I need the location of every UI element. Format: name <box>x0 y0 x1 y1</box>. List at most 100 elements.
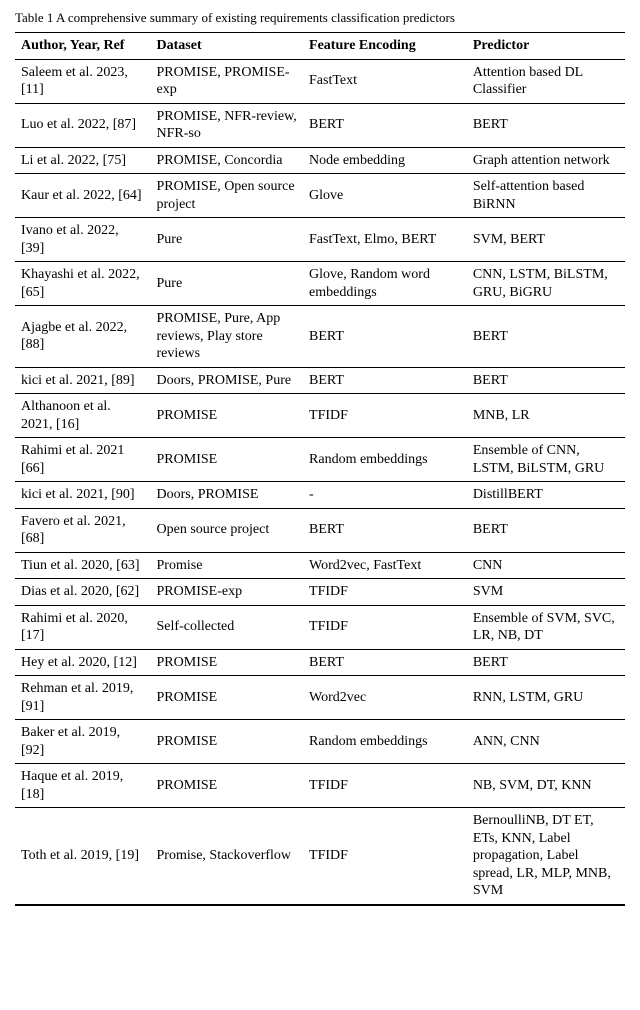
cell-author: Saleem et al. 2023, [11] <box>15 59 151 103</box>
cell-feature: Glove <box>303 174 467 218</box>
cell-feature: - <box>303 482 467 509</box>
table-row: Luo et al. 2022, [87]PROMISE, NFR-review… <box>15 103 625 147</box>
cell-dataset: PROMISE <box>151 394 304 438</box>
cell-feature: TFIDF <box>303 579 467 606</box>
cell-dataset: PROMISE <box>151 438 304 482</box>
cell-dataset: PROMISE <box>151 676 304 720</box>
table-row: Althanoon et al. 2021, [16]PROMISETFIDFM… <box>15 394 625 438</box>
reference-link[interactable]: [75] <box>103 153 126 168</box>
cell-dataset: PROMISE, Pure, App reviews, Play store r… <box>151 306 304 368</box>
reference-link[interactable]: [64] <box>118 188 141 203</box>
author-text: Luo et al. 2022, <box>21 117 113 132</box>
cell-dataset: PROMISE, Open source project <box>151 174 304 218</box>
author-text: Dias et al. 2020, <box>21 584 116 599</box>
cell-feature: FastText, Elmo, BERT <box>303 218 467 262</box>
reference-link[interactable]: [19] <box>116 848 139 863</box>
reference-link[interactable]: [87] <box>113 117 136 132</box>
table-row: Li et al. 2022, [75]PROMISE, ConcordiaNo… <box>15 147 625 174</box>
cell-dataset: Pure <box>151 262 304 306</box>
cell-author: Tiun et al. 2020, [63] <box>15 552 151 579</box>
cell-dataset: Open source project <box>151 508 304 552</box>
cell-predictor: MNB, LR <box>467 394 625 438</box>
reference-link[interactable]: [68] <box>21 531 44 546</box>
cell-feature: Word2vec, FastText <box>303 552 467 579</box>
table-row: Dias et al. 2020, [62]PROMISE-expTFIDFSV… <box>15 579 625 606</box>
reference-link[interactable]: [11] <box>21 82 44 97</box>
reference-link[interactable]: [62] <box>116 584 139 599</box>
cell-author: kici et al. 2021, [89] <box>15 367 151 394</box>
table-row: Ajagbe et al. 2022, [88] PROMISE, Pure, A… <box>15 306 625 368</box>
cell-dataset: PROMISE-exp <box>151 579 304 606</box>
table-caption: Table 1 A comprehensive summary of exist… <box>15 10 625 26</box>
cell-author: Althanoon et al. 2021, [16] <box>15 394 151 438</box>
reference-link[interactable]: [17] <box>21 628 44 643</box>
table-row: Ivano et al. 2022, [39]PureFastText, Elm… <box>15 218 625 262</box>
table-row: Baker et al. 2019, [92]PROMISERandom emb… <box>15 720 625 764</box>
cell-author: Baker et al. 2019, [92] <box>15 720 151 764</box>
reference-link[interactable]: [88] <box>21 337 44 352</box>
cell-feature: BERT <box>303 508 467 552</box>
author-text: Hey et al. 2020, <box>21 655 114 670</box>
cell-dataset: PROMISE, Concordia <box>151 147 304 174</box>
cell-dataset: Pure <box>151 218 304 262</box>
cell-author: Dias et al. 2020, [62] <box>15 579 151 606</box>
reference-link[interactable]: [63] <box>116 558 139 573</box>
table-row: Tiun et al. 2020, [63]PromiseWord2vec, F… <box>15 552 625 579</box>
table-row: Favero et al. 2021, [68] Open source proj… <box>15 508 625 552</box>
cell-dataset: Doors, PROMISE <box>151 482 304 509</box>
cell-dataset: PROMISE, NFR-review, NFR-so <box>151 103 304 147</box>
cell-predictor: BERT <box>467 508 625 552</box>
cell-feature: Random embeddings <box>303 720 467 764</box>
cell-predictor: Self-attention based BiRNN <box>467 174 625 218</box>
reference-link[interactable]: [12] <box>114 655 137 670</box>
reference-link[interactable]: [91] <box>21 699 44 714</box>
cell-author: Ivano et al. 2022, [39] <box>15 218 151 262</box>
cell-author: Rahimi et al. 2020, [17] <box>15 605 151 649</box>
header-predictor: Predictor <box>467 33 625 60</box>
table-row: kici et al. 2021, [90]Doors, PROMISE-Dis… <box>15 482 625 509</box>
cell-author: Haque et al. 2019, [18] <box>15 764 151 808</box>
cell-dataset: Self-collected <box>151 605 304 649</box>
reference-link[interactable]: [89] <box>111 373 134 388</box>
table-row: Rahimi et al. 2021 [66]PROMISERandom emb… <box>15 438 625 482</box>
cell-feature: TFIDF <box>303 764 467 808</box>
cell-predictor: BernoulliNB, DT ET, ETs, KNN, Label prop… <box>467 808 625 905</box>
author-text: Rehman et al. 2019, <box>21 681 133 696</box>
author-text: Rahimi et al. 2020, <box>21 611 128 626</box>
cell-predictor: BERT <box>467 649 625 676</box>
author-text: Khayashi et al. 2022, <box>21 267 140 282</box>
author-text: Ajagbe et al. 2022, <box>21 320 127 335</box>
cell-author: kici et al. 2021, [90] <box>15 482 151 509</box>
cell-predictor: Graph attention network <box>467 147 625 174</box>
cell-dataset: Promise <box>151 552 304 579</box>
cell-feature: BERT <box>303 367 467 394</box>
classification-predictors-table: Author, Year, Ref Dataset Feature Encodi… <box>15 32 625 906</box>
reference-link[interactable]: [65] <box>21 285 44 300</box>
author-text: Baker et al. 2019, <box>21 725 120 740</box>
author-text: Favero et al. 2021, <box>21 514 126 529</box>
cell-feature: TFIDF <box>303 394 467 438</box>
reference-link[interactable]: [92] <box>21 743 44 758</box>
reference-link[interactable]: [66] <box>21 461 44 476</box>
header-feature: Feature Encoding <box>303 33 467 60</box>
cell-author: Luo et al. 2022, [87] <box>15 103 151 147</box>
cell-predictor: BERT <box>467 103 625 147</box>
table-row: Rahimi et al. 2020, [17]Self-collectedTF… <box>15 605 625 649</box>
table-row: Hey et al. 2020, [12]PROMISEBERTBERT <box>15 649 625 676</box>
cell-predictor: Ensemble of CNN, LSTM, BiLSTM, GRU <box>467 438 625 482</box>
cell-feature: BERT <box>303 649 467 676</box>
reference-link[interactable]: [16] <box>56 417 79 432</box>
table-row: Saleem et al. 2023, [11]PROMISE, PROMISE… <box>15 59 625 103</box>
reference-link[interactable]: [18] <box>21 787 44 802</box>
header-author: Author, Year, Ref <box>15 33 151 60</box>
table-row: Khayashi et al. 2022, [65]PureGlove, Ran… <box>15 262 625 306</box>
table-header-row: Author, Year, Ref Dataset Feature Encodi… <box>15 33 625 60</box>
reference-link[interactable]: [90] <box>111 487 134 502</box>
cell-dataset: PROMISE <box>151 720 304 764</box>
author-text: Li et al. 2022, <box>21 153 103 168</box>
cell-predictor: BERT <box>467 367 625 394</box>
reference-link[interactable]: [39] <box>21 241 44 256</box>
cell-author: Rahimi et al. 2021 [66] <box>15 438 151 482</box>
cell-feature: FastText <box>303 59 467 103</box>
cell-predictor: SVM <box>467 579 625 606</box>
